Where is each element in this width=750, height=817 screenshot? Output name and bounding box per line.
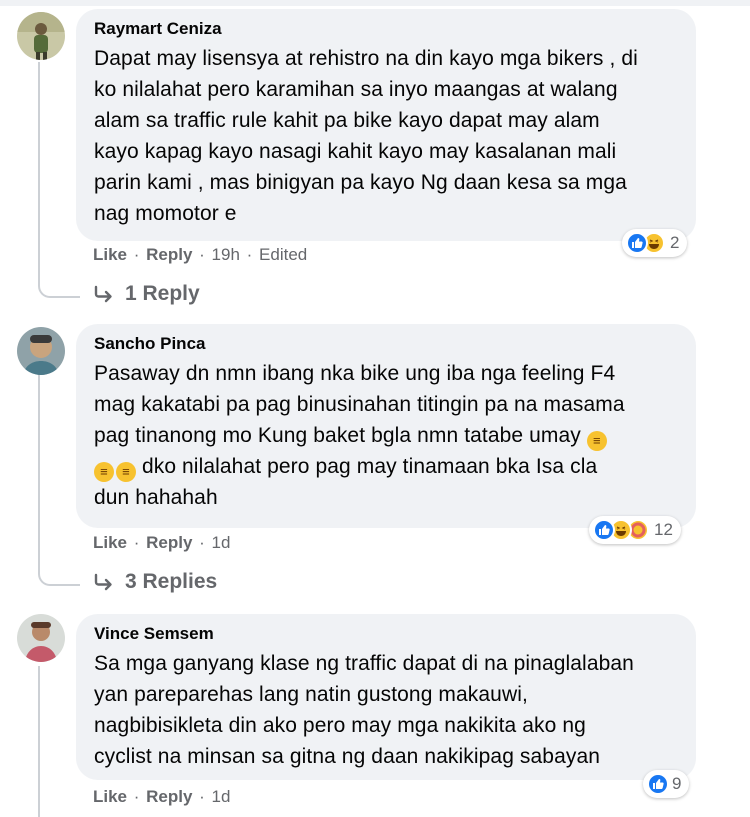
reply-arrow-icon: [94, 285, 112, 303]
thread-line: [38, 62, 40, 284]
comment-author[interactable]: Sancho Pinca: [94, 334, 678, 354]
comment-author[interactable]: Raymart Ceniza: [94, 19, 678, 39]
edited-label: Edited: [259, 245, 308, 264]
reaction-summary[interactable]: 9: [643, 770, 690, 798]
reply-link[interactable]: Reply: [146, 787, 192, 806]
reply-arrow-icon: [94, 573, 112, 591]
avatar[interactable]: [17, 614, 65, 662]
like-link[interactable]: Like: [93, 245, 127, 264]
comment-author[interactable]: Vince Semsem: [94, 624, 678, 644]
top-divider: [0, 0, 750, 6]
thread-line: [38, 374, 40, 572]
reaction-summary[interactable]: 2: [622, 229, 688, 257]
comment-time[interactable]: 19h: [212, 245, 240, 264]
view-replies-link[interactable]: 1 Reply: [93, 282, 200, 306]
comment-actions: Like · Reply · 1d: [93, 533, 231, 552]
like-link[interactable]: Like: [93, 533, 127, 552]
comment-text: Pasaway dn nmn ibang nka bike ung iba ng…: [94, 362, 625, 509]
like-icon: [593, 519, 615, 541]
like-link[interactable]: Like: [93, 787, 127, 806]
replies-count-label[interactable]: 3 Replies: [125, 570, 217, 594]
comment-bubble: Sancho Pinca Pasaway dn nmn ibang nka bi…: [76, 324, 696, 528]
thread-connector: [38, 282, 80, 298]
comment-actions: Like · Reply · 19h · Edited: [93, 245, 308, 264]
avatar[interactable]: [17, 12, 65, 60]
reply-link[interactable]: Reply: [146, 245, 192, 264]
replies-count-label[interactable]: 1 Reply: [125, 282, 200, 306]
rofl-emoji-icon: ≡: [586, 431, 607, 451]
comment-bubble: Raymart Ceniza Dapat may lisensya at reh…: [76, 9, 696, 241]
avatar[interactable]: [17, 327, 65, 375]
thread-connector: [38, 570, 80, 586]
reaction-count: 2: [670, 233, 680, 252]
rofl-emoji-icon: ≡: [116, 462, 136, 482]
reaction-count: 9: [672, 774, 682, 793]
reaction-count: 12: [654, 520, 673, 539]
comment-text: Dapat may lisensya at rehistro na din ka…: [94, 47, 638, 225]
reply-link[interactable]: Reply: [146, 533, 192, 552]
comment-bubble: Vince Semsem Sa mga ganyang klase ng tra…: [76, 614, 696, 780]
reaction-summary[interactable]: 12: [589, 516, 681, 544]
comment-time[interactable]: 1d: [212, 533, 231, 552]
comment-actions: Like · Reply · 1d: [93, 787, 231, 806]
like-icon: [647, 773, 669, 795]
comment-time[interactable]: 1d: [212, 787, 231, 806]
like-icon: [626, 232, 648, 254]
comment-text: Sa mga ganyang klase ng traffic dapat di…: [94, 652, 634, 768]
rofl-emoji-icon: ≡: [94, 462, 114, 482]
thread-line: [38, 666, 40, 817]
view-replies-link[interactable]: 3 Replies: [93, 570, 217, 594]
